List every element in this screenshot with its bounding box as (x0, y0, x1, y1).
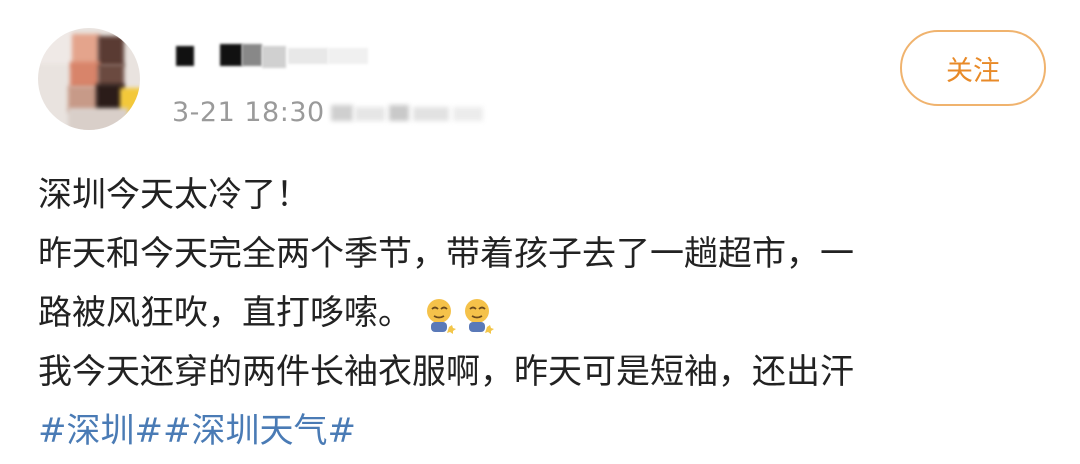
emoji-group (422, 285, 498, 344)
post-meta: 3-21 18:30 (172, 92, 489, 132)
shivering-face-icon (465, 298, 494, 334)
post-line: 深圳今天太冷了！ (38, 166, 1048, 225)
post-line-text: 我今天还穿的两件长袖衣服啊，昨天可是短袖，还出汗 (38, 352, 854, 392)
post-timestamp: 3-21 18:30 (172, 96, 325, 128)
post-line-text: 路被风狂吹，直打哆嗦。 (38, 293, 412, 333)
post-line: 路被风狂吹，直打哆嗦。 (38, 284, 1048, 343)
avatar[interactable] (38, 28, 140, 130)
post-line-text: 昨天和今天完全两个季节，带着孩子去了一趟超市，一 (38, 234, 854, 274)
username-obscured[interactable] (168, 38, 388, 78)
hashtag-shenzhen-weather[interactable]: #深圳天气# (163, 411, 356, 451)
follow-button[interactable]: 关注 (900, 30, 1046, 106)
hashtag-row: #深圳##深圳天气# (38, 402, 1048, 461)
hashtag-shenzhen[interactable]: #深圳# (38, 411, 163, 451)
shivering-face-icon (427, 298, 456, 334)
post-line: 我今天还穿的两件长袖衣服啊，昨天可是短袖，还出汗 (38, 343, 1048, 402)
device-info-obscured (329, 97, 489, 127)
post-text: 深圳今天太冷了！ 昨天和今天完全两个季节，带着孩子去了一趟超市，一 路被风狂吹，… (38, 166, 1048, 461)
post-line-text: 深圳今天太冷了！ (38, 175, 310, 215)
post-line: 昨天和今天完全两个季节，带着孩子去了一趟超市，一 (38, 225, 1048, 284)
